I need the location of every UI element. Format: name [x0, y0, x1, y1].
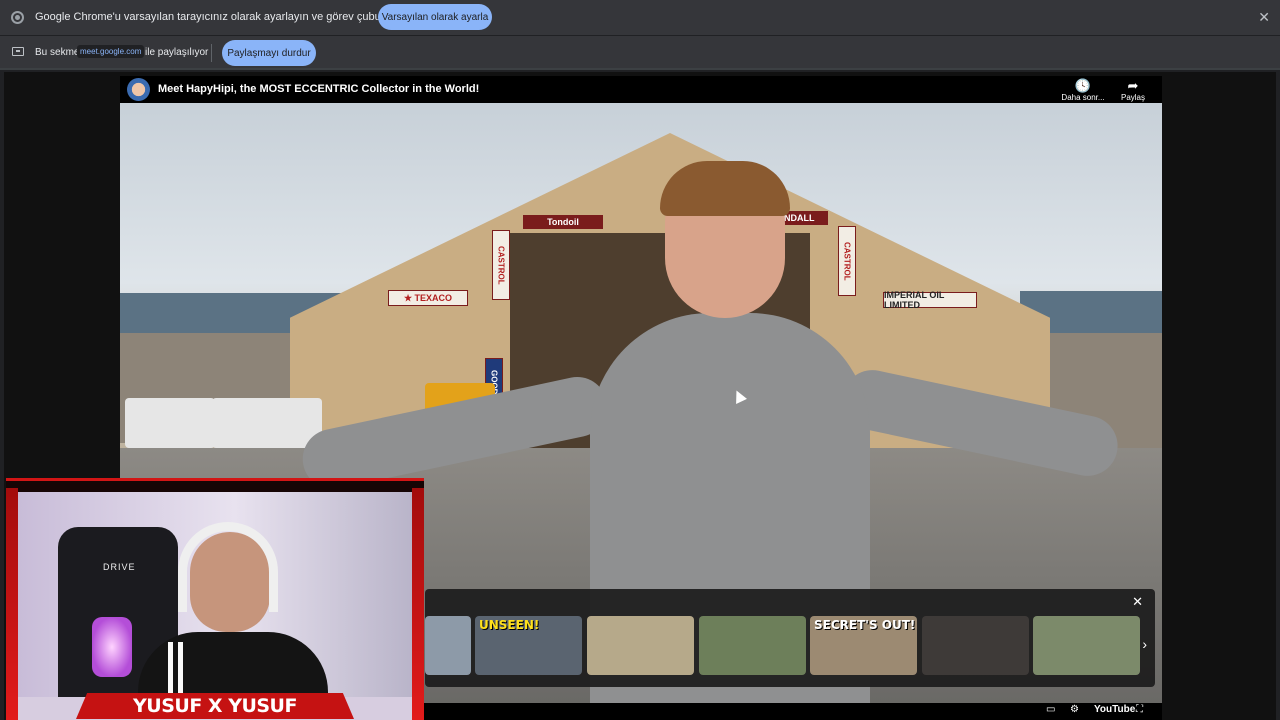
texaco-sign: ★ TEXACO — [388, 290, 468, 306]
tondoil-sign: Tondoil — [523, 215, 603, 229]
truck-1 — [125, 398, 215, 448]
chevron-right-icon[interactable]: › — [1142, 636, 1147, 652]
suggested-video-thumbnail[interactable] — [425, 616, 471, 675]
jacket-stripe — [168, 642, 173, 697]
imperial-oil-sign: IMPERIAL OIL LIMITED — [883, 290, 977, 310]
stop-sharing-button[interactable]: Paylaşmayı durdur — [222, 40, 316, 66]
suggested-video-thumbnail[interactable]: SECRET'S OUT! — [810, 616, 917, 675]
suggested-video-thumbnail[interactable] — [922, 616, 1029, 675]
end-screen-panel: ✕ UNSEEN! SECRET'S OUT! › — [425, 589, 1155, 687]
presenter-hair — [660, 161, 790, 216]
infobar-close-icon[interactable]: ✕ — [1258, 9, 1270, 26]
castrol-sign-left: CASTROL — [492, 230, 510, 300]
suggested-video-thumbnail[interactable]: UNSEEN! — [475, 616, 582, 675]
rgb-lamp — [92, 617, 132, 677]
default-browser-infobar: Google Chrome'u varsayılan tarayıcınız o… — [0, 0, 1280, 35]
share-label: Paylaş — [1120, 93, 1145, 102]
settings-gear-icon[interactable]: ⚙ — [1070, 704, 1079, 715]
jacket-stripe — [178, 642, 183, 697]
share-button[interactable]: ➦ Paylaş — [1103, 78, 1162, 103]
sharing-prefix: Bu sekme — [35, 47, 80, 58]
set-default-button[interactable]: Varsayılan olarak ayarla — [378, 4, 492, 30]
webcam-frame-left — [6, 488, 18, 720]
chair-brand: DRIVE — [103, 562, 136, 572]
subtitles-icon[interactable]: ▭ — [1046, 704, 1055, 715]
thumbnail-caption: UNSEEN! — [479, 618, 540, 632]
sharing-suffix: ile paylaşılıyor — [145, 47, 209, 58]
streamer-name-banner: YUSUF X YUSUF — [76, 693, 354, 719]
divider — [211, 44, 212, 62]
fullscreen-icon[interactable]: ⛶ — [1136, 704, 1143, 715]
player-title-bar: Meet HapyHipi, the MOST ECCENTRIC Collec… — [120, 76, 1162, 103]
end-screen-close-icon[interactable]: ✕ — [1132, 594, 1143, 610]
youtube-logo[interactable]: YouTube — [1094, 704, 1135, 715]
screen-share-icon — [12, 47, 24, 56]
webcam-video: DRIVE — [18, 492, 412, 697]
suggested-video-thumbnail[interactable] — [587, 616, 694, 675]
truck-2 — [212, 398, 322, 448]
tab-sharing-bar: Bu sekme meet.google.com ile paylaşılıyo… — [0, 36, 1280, 70]
video-title[interactable]: Meet HapyHipi, the MOST ECCENTRIC Collec… — [158, 83, 479, 95]
headphones — [178, 522, 278, 612]
suggested-video-thumbnail[interactable] — [1033, 616, 1140, 675]
sharing-host: meet.google.com — [77, 45, 145, 58]
webcam-frame-top — [6, 478, 424, 492]
streamer-webcam-overlay: DRIVE YUSUF X YUSUF — [6, 478, 424, 720]
castrol-sign-right: CASTROL — [838, 226, 856, 296]
share-arrow-icon: ➦ — [1127, 78, 1139, 93]
chrome-icon — [11, 11, 24, 24]
thumbnail-caption: SECRET'S OUT! — [814, 618, 916, 632]
streamer-body — [138, 632, 328, 697]
webcam-frame-right — [412, 488, 424, 720]
suggested-video-thumbnail[interactable] — [699, 616, 806, 675]
channel-avatar[interactable] — [127, 78, 150, 101]
